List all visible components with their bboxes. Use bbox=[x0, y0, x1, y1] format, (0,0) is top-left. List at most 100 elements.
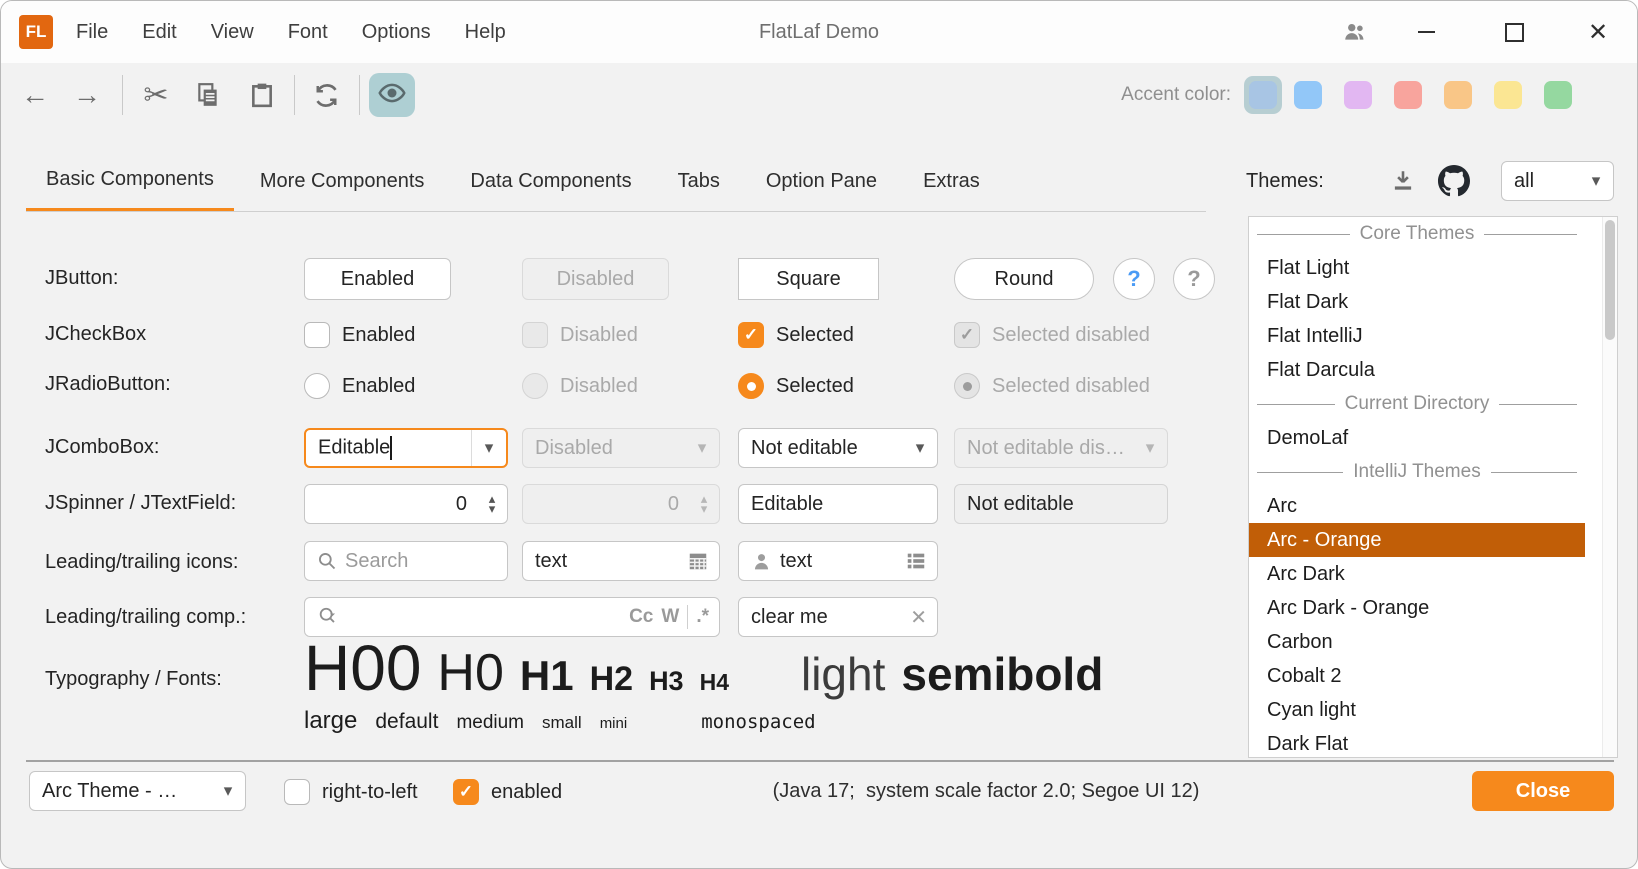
accent-swatch[interactable] bbox=[1249, 81, 1277, 109]
combobox-editable[interactable]: Editable ▾ bbox=[304, 428, 508, 468]
maximize-icon[interactable] bbox=[1497, 1, 1531, 63]
tab-option-pane[interactable]: Option Pane bbox=[746, 151, 897, 212]
users-icon[interactable] bbox=[1338, 1, 1372, 63]
enabled-button[interactable]: Enabled bbox=[304, 258, 451, 300]
clear-icon[interactable]: ✕ bbox=[910, 605, 927, 630]
spinner-arrows-icon: ▴▾ bbox=[689, 494, 719, 514]
laf-combobox-value: Arc Theme - … bbox=[30, 780, 211, 803]
menu-file[interactable]: File bbox=[59, 21, 125, 44]
theme-item-carbon[interactable]: Carbon bbox=[1249, 625, 1585, 659]
theme-item-arc-dark-orange[interactable]: Arc Dark - Orange bbox=[1249, 591, 1585, 625]
theme-item-arc-dark[interactable]: Arc Dark bbox=[1249, 557, 1585, 591]
radio-selected[interactable]: Selected bbox=[738, 373, 854, 399]
checkbox-selected[interactable]: ✓Selected bbox=[738, 322, 854, 348]
accent-swatch[interactable] bbox=[1394, 81, 1422, 109]
tab-basic-components[interactable]: Basic Components bbox=[26, 151, 234, 212]
medium-sample: medium bbox=[456, 712, 524, 734]
close-window-icon[interactable]: ✕ bbox=[1581, 1, 1615, 63]
square-button[interactable]: Square bbox=[738, 258, 879, 300]
menu-options[interactable]: Options bbox=[345, 21, 448, 44]
theme-group-intellij-themes: IntelliJ Themes bbox=[1249, 455, 1585, 489]
combobox-not-editable[interactable]: Not editable ▾ bbox=[738, 428, 938, 468]
copy-icon[interactable] bbox=[191, 63, 225, 127]
checkbox-disabled[interactable]: Disabled bbox=[522, 322, 638, 348]
minimize-icon[interactable] bbox=[1409, 1, 1443, 63]
enabled-checkbox[interactable]: ✓enabled bbox=[453, 779, 562, 805]
theme-item-flat-light[interactable]: Flat Light bbox=[1249, 251, 1585, 285]
tab-data-components[interactable]: Data Components bbox=[450, 151, 651, 212]
cut-icon[interactable]: ✂ bbox=[139, 63, 173, 127]
spinner-disabled[interactable]: 0 ▴▾ bbox=[522, 484, 720, 524]
refresh-icon[interactable] bbox=[309, 63, 343, 127]
tab-extras[interactable]: Extras bbox=[903, 151, 1000, 212]
menu-help[interactable]: Help bbox=[448, 21, 523, 44]
search-input[interactable]: Search bbox=[304, 541, 508, 581]
theme-item-cyan-light[interactable]: Cyan light bbox=[1249, 693, 1585, 727]
search-dropdown-icon[interactable] bbox=[305, 606, 339, 628]
accent-swatch[interactable] bbox=[1544, 81, 1572, 109]
checkbox-selected-disabled[interactable]: ✓Selected disabled bbox=[954, 322, 1150, 348]
combobox-disabled[interactable]: Disabled ▾ bbox=[522, 428, 720, 468]
theme-item-flat-intellij[interactable]: Flat IntelliJ bbox=[1249, 319, 1585, 353]
help-button-disabled[interactable]: ? bbox=[1173, 258, 1215, 300]
show-hidden-button[interactable] bbox=[369, 73, 415, 117]
accent-swatch-selected[interactable] bbox=[1244, 76, 1282, 114]
menu-edit[interactable]: Edit bbox=[125, 21, 193, 44]
search-icon bbox=[305, 551, 337, 571]
h4-sample: H4 bbox=[700, 669, 729, 696]
theme-item-arc[interactable]: Arc bbox=[1249, 489, 1585, 523]
textfield-editable[interactable]: Editable bbox=[738, 484, 938, 524]
match-case-button[interactable]: Cc bbox=[629, 606, 653, 628]
theme-item-arc-orange[interactable]: Arc - Orange bbox=[1249, 523, 1585, 557]
table-icon[interactable] bbox=[687, 550, 709, 572]
spinner[interactable]: 0 ▴▾ bbox=[304, 484, 508, 524]
spinner-arrows-icon[interactable]: ▴▾ bbox=[477, 494, 507, 514]
combobox-not-editable-disabled[interactable]: Not editable dis… ▾ bbox=[954, 428, 1168, 468]
accent-swatch[interactable] bbox=[1294, 81, 1322, 109]
forward-icon[interactable]: → bbox=[71, 63, 103, 127]
whole-words-button[interactable]: W bbox=[661, 606, 679, 628]
list-icon[interactable] bbox=[905, 550, 927, 572]
jcheckbox-label: JCheckBox bbox=[45, 323, 146, 346]
checkbox-icon bbox=[284, 779, 310, 805]
text-input-person[interactable]: text bbox=[738, 541, 938, 581]
radio-disabled[interactable]: Disabled bbox=[522, 373, 638, 399]
theme-item-demolaf[interactable]: DemoLaf bbox=[1249, 421, 1585, 455]
back-icon[interactable]: ← bbox=[19, 63, 51, 127]
toolbar: ← → ✂ Accent color: bbox=[1, 63, 1637, 127]
regex-button[interactable]: .* bbox=[696, 606, 709, 628]
themes-scrollbar-thumb[interactable] bbox=[1605, 220, 1615, 340]
chevron-down-icon: ▾ bbox=[471, 430, 506, 466]
text-input-calendar[interactable]: text bbox=[522, 541, 720, 581]
tab-tabs[interactable]: Tabs bbox=[658, 151, 740, 212]
help-button[interactable]: ? bbox=[1113, 258, 1155, 300]
titlebar: FL File Edit View Font Options Help Flat… bbox=[1, 1, 1637, 63]
textfield-not-editable[interactable]: Not editable bbox=[954, 484, 1168, 524]
round-button[interactable]: Round bbox=[954, 258, 1094, 300]
github-icon[interactable] bbox=[1434, 161, 1474, 201]
accent-swatch[interactable] bbox=[1494, 81, 1522, 109]
disabled-button[interactable]: Disabled bbox=[522, 258, 669, 300]
radio-enabled[interactable]: Enabled bbox=[304, 373, 415, 399]
radio-selected-disabled[interactable]: Selected disabled bbox=[954, 373, 1150, 399]
theme-item-cobalt-2[interactable]: Cobalt 2 bbox=[1249, 659, 1585, 693]
theme-item-flat-darcula[interactable]: Flat Darcula bbox=[1249, 353, 1585, 387]
theme-item-dark-flat[interactable]: Dark Flat bbox=[1249, 727, 1585, 758]
app-logo[interactable]: FL bbox=[19, 15, 53, 49]
laf-combobox[interactable]: Arc Theme - … ▾ bbox=[29, 771, 246, 811]
accent-swatch[interactable] bbox=[1344, 81, 1372, 109]
tab-more-components[interactable]: More Components bbox=[240, 151, 445, 212]
light-sample: light bbox=[801, 647, 885, 701]
themes-filter-combobox[interactable]: all ▾ bbox=[1501, 161, 1614, 201]
themes-list[interactable]: Core Themes Flat Light Flat Dark Flat In… bbox=[1248, 216, 1618, 758]
right-to-left-checkbox[interactable]: right-to-left bbox=[284, 779, 418, 805]
paste-icon[interactable] bbox=[245, 63, 279, 127]
accent-swatch[interactable] bbox=[1444, 81, 1472, 109]
menu-view[interactable]: View bbox=[194, 21, 271, 44]
download-icon[interactable] bbox=[1383, 161, 1423, 201]
checkbox-enabled[interactable]: Enabled bbox=[304, 322, 415, 348]
theme-item-flat-dark[interactable]: Flat Dark bbox=[1249, 285, 1585, 319]
menu-font[interactable]: Font bbox=[271, 21, 345, 44]
themes-scrollbar[interactable] bbox=[1602, 217, 1617, 757]
close-button[interactable]: Close bbox=[1472, 771, 1614, 811]
